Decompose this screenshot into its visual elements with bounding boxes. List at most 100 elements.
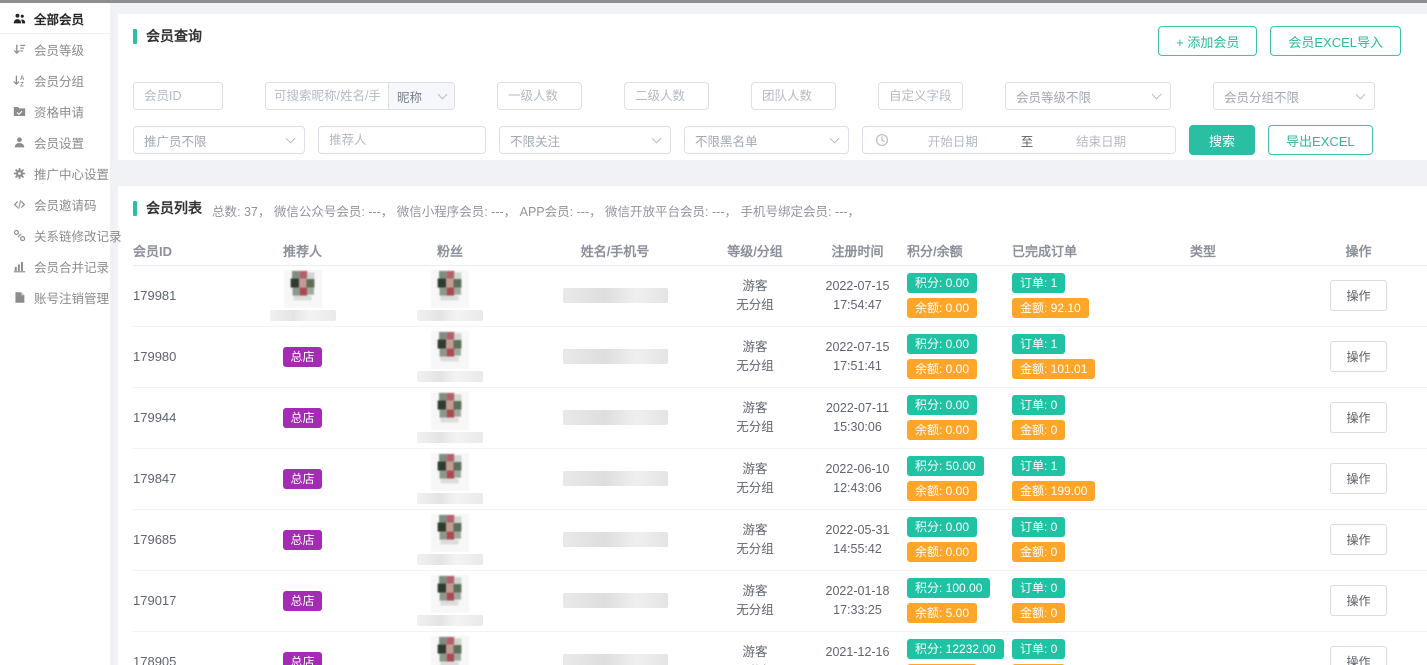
register-time: 17:51:41 [833, 357, 882, 376]
row-action-button[interactable]: 操作 [1330, 524, 1386, 555]
sidebar-item[interactable]: 会员合并记录 [0, 251, 110, 282]
blurred-name-phone [563, 532, 668, 547]
window-top-edge [0, 0, 1427, 3]
blurred-nickname [417, 493, 483, 504]
query-panel-title: 会员查询 [133, 26, 202, 46]
fans-cell [370, 331, 530, 382]
users-icon [13, 12, 26, 25]
sidebar-item[interactable]: 会员等级 [0, 34, 110, 65]
sidebar-item-label: 会员等级 [34, 40, 84, 59]
member-list-panel: 会员列表 总数: 37， 微信公众号会员: ---， 微信小程序会员: ---，… [118, 186, 1427, 665]
points-badge: 积分: 0.00 [907, 334, 977, 354]
balance-badge: 余额: 0.00 [907, 542, 977, 562]
level-group-cell: 游客无分组 [700, 399, 810, 437]
blurred-nickname [417, 615, 483, 626]
points-badge: 积分: 100.00 [907, 578, 990, 598]
fans-cell [370, 636, 530, 665]
row-action-button[interactable]: 操作 [1330, 402, 1386, 433]
promoter-select[interactable]: 推广员不限 [133, 126, 305, 154]
sidebar-item[interactable]: 会员设置 [0, 127, 110, 158]
keyword-input[interactable] [266, 83, 388, 109]
level2-count-input[interactable] [624, 82, 709, 110]
name-phone-cell [530, 288, 700, 303]
points-badge: 积分: 12232.00 [907, 639, 1004, 659]
row-action-button[interactable]: 操作 [1330, 341, 1386, 372]
chevron-down-icon [652, 133, 662, 143]
blacklist-select[interactable]: 不限黑名单 [684, 126, 849, 154]
amount-badge: 金额: 101.01 [1012, 359, 1095, 379]
register-time-cell: 2022-07-1115:30:06 [810, 399, 905, 437]
register-time-cell: 2022-01-1817:33:25 [810, 582, 905, 620]
row-action-button[interactable]: 操作 [1330, 280, 1386, 311]
sidebar-item[interactable]: AZ 会员分组 [0, 65, 110, 96]
column-header: 已完成订单 [1000, 241, 1180, 260]
sidebar-item[interactable]: 会员邀请码 [0, 189, 110, 220]
row-action-button[interactable]: 操作 [1330, 646, 1386, 665]
sidebar-item[interactable]: 推广中心设置 [0, 158, 110, 189]
member-level-select[interactable]: 会员等级不限 [1005, 82, 1171, 110]
sidebar-menu: 全部会员 会员等级 AZ 会员分组 资格申请 会员设置 推广中心设置 会员邀请码… [0, 3, 110, 313]
orders-badge: 订单: 1 [1012, 334, 1065, 354]
excel-import-button[interactable]: 会员EXCEL导入 [1270, 26, 1401, 56]
fans-cell [370, 514, 530, 565]
points-balance-cell: 积分: 0.00 余额: 0.00 [905, 273, 1000, 318]
custom-field-input[interactable] [878, 82, 963, 110]
row-action-button[interactable]: 操作 [1330, 585, 1386, 616]
register-date: 2022-07-15 [826, 338, 890, 357]
sort-alpha-icon: AZ [13, 74, 26, 87]
follow-select[interactable]: 不限关注 [499, 126, 671, 154]
orders-cell: 订单: 1 金额: 101.01 [1000, 334, 1180, 379]
blurred-avatar-image [431, 270, 469, 308]
level-group-cell: 游客无分组 [700, 582, 810, 620]
referrer-cell: 总店 [235, 591, 370, 611]
title-accent-bar [133, 201, 137, 216]
title-accent-bar [133, 29, 137, 44]
column-header: 操作 [1290, 241, 1427, 260]
member-group-select[interactable]: 会员分组不限 [1213, 82, 1375, 110]
sidebar-item[interactable]: 全部会员 [0, 3, 110, 34]
sidebar-item[interactable]: 资格申请 [0, 96, 110, 127]
name-phone-cell [530, 410, 700, 425]
level1-count-input[interactable] [497, 82, 582, 110]
level-group-cell: 游客无分组 [700, 277, 810, 315]
fan-avatar [417, 453, 483, 504]
blurred-nickname [417, 554, 483, 565]
blacklist-value: 不限黑名单 [695, 131, 758, 150]
sidebar-item[interactable]: 账号注销管理 [0, 282, 110, 313]
row-action-button[interactable]: 操作 [1330, 463, 1386, 494]
referrer-input[interactable] [318, 126, 486, 154]
link-icon [13, 229, 26, 242]
blurred-nickname [417, 432, 483, 443]
referrer-cell: 总店 [235, 347, 370, 367]
chevron-down-icon [286, 133, 296, 143]
add-member-button[interactable]: + 添加会员 [1158, 26, 1257, 56]
points-badge: 积分: 50.00 [907, 456, 984, 476]
referrer-avatar [270, 270, 336, 321]
date-range-input[interactable]: 开始日期 至 结束日期 [862, 126, 1176, 154]
chevron-down-icon [1152, 89, 1162, 99]
register-time: 12:43:06 [833, 479, 882, 498]
blurred-avatar-image [431, 575, 469, 613]
column-header: 等级/分组 [700, 241, 810, 260]
fan-avatar [417, 575, 483, 626]
keyword-type-select[interactable]: 昵称 [388, 83, 454, 109]
member-level: 游客 [742, 643, 767, 662]
member-group: 无分组 [736, 601, 774, 620]
member-group: 无分组 [736, 357, 774, 376]
orders-badge: 订单: 0 [1012, 639, 1065, 659]
member-level-value: 会员等级不限 [1016, 87, 1091, 106]
export-excel-button[interactable]: 导出EXCEL [1268, 125, 1373, 155]
team-count-input[interactable] [751, 82, 836, 110]
orders-badge: 订单: 0 [1012, 395, 1065, 415]
search-button[interactable]: 搜索 [1189, 125, 1255, 155]
points-balance-cell: 积分: 0.00 余额: 0.00 [905, 517, 1000, 562]
register-time: 14:55:42 [833, 540, 882, 559]
member-id-input[interactable] [133, 82, 223, 110]
sidebar-item[interactable]: 关系链修改记录 [0, 220, 110, 251]
date-separator: 至 [1015, 131, 1040, 150]
blurred-name-phone [563, 410, 668, 425]
fan-avatar [417, 270, 483, 321]
name-phone-cell [530, 654, 700, 665]
sidebar-item-label: 会员设置 [34, 133, 84, 152]
register-time-cell: 2022-07-1517:54:47 [810, 277, 905, 315]
